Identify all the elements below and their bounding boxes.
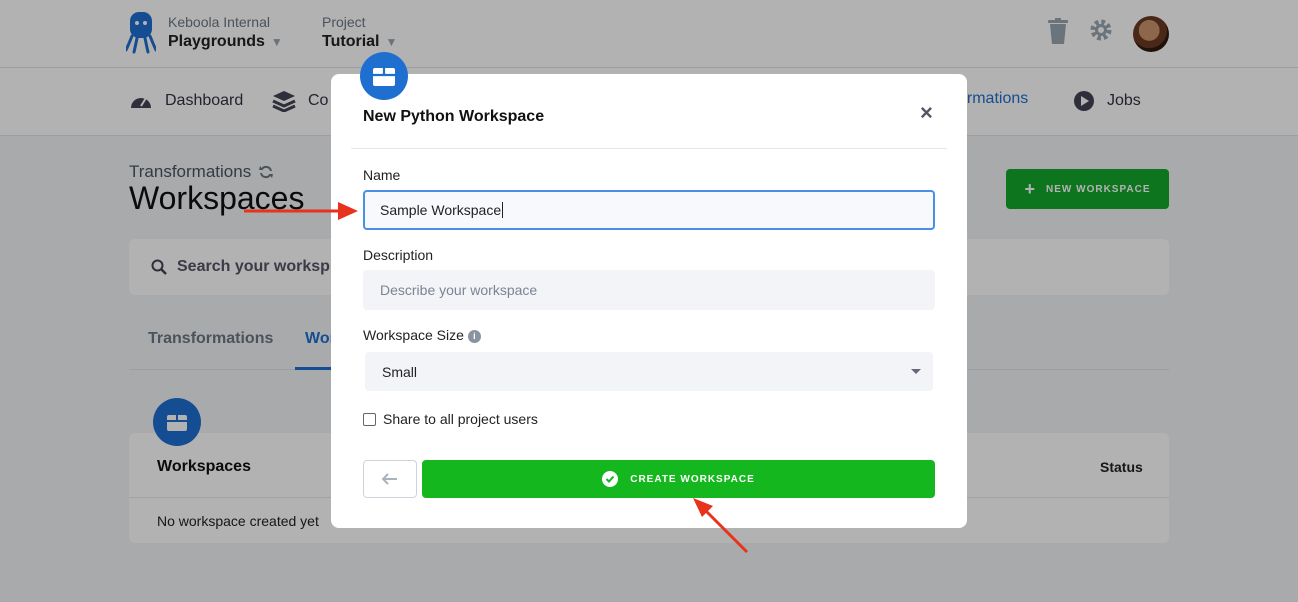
share-checkbox[interactable] — [363, 412, 376, 426]
text-caret — [502, 202, 504, 218]
create-workspace-button[interactable]: CREATE WORKSPACE — [422, 460, 935, 498]
workspace-size-label-text: Workspace Size — [363, 327, 464, 343]
arrow-left-icon — [382, 473, 397, 485]
modal-title: New Python Workspace — [363, 108, 545, 125]
create-workspace-label: CREATE WORKSPACE — [630, 473, 755, 485]
caret-down-icon — [911, 369, 921, 374]
name-label: Name — [363, 167, 401, 183]
share-label[interactable]: Share to all project users — [383, 411, 538, 427]
box-icon — [360, 52, 408, 100]
check-circle-icon — [602, 471, 619, 487]
description-label: Description — [363, 247, 434, 263]
workspace-size-label: Workspace Size i — [363, 327, 481, 343]
name-input[interactable]: Sample Workspace — [363, 190, 935, 230]
close-icon[interactable]: × — [920, 102, 933, 124]
divider — [351, 148, 947, 149]
back-button[interactable] — [363, 460, 417, 498]
name-value: Sample Workspace — [380, 202, 502, 218]
workspace-size-select[interactable]: Small — [365, 352, 933, 391]
description-input[interactable]: Describe your workspace — [363, 270, 935, 310]
description-placeholder: Describe your workspace — [380, 282, 538, 298]
share-option: Share to all project users — [363, 411, 538, 427]
info-icon[interactable]: i — [467, 329, 481, 343]
workspace-size-value: Small — [382, 363, 418, 380]
new-workspace-modal: New Python Workspace × Name Sample Works… — [331, 52, 967, 528]
